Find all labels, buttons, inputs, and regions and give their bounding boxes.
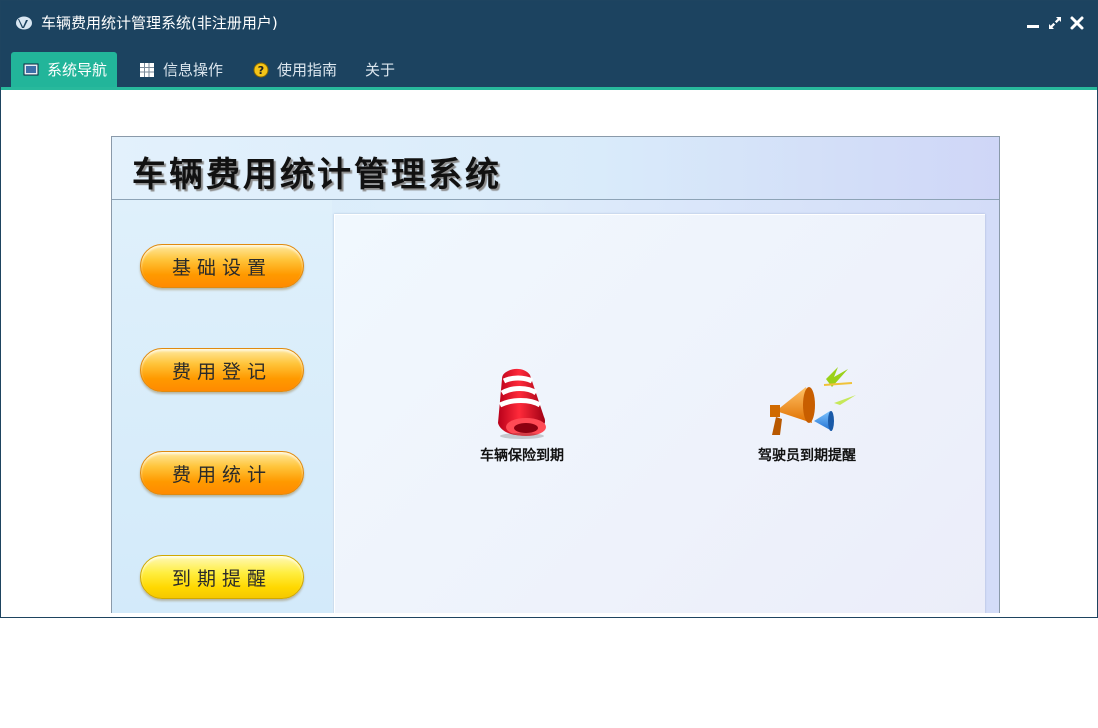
content-area: 车辆费用统计管理系统 基础设置 费用登记 费用统计 到期提醒 车辆保险到期 驾驶…	[1, 90, 1097, 617]
driver-due-reminder-tile[interactable]: 驾驶员到期提醒	[737, 365, 877, 465]
insurance-due-tile[interactable]: 车辆保险到期	[452, 365, 592, 465]
restore-icon[interactable]	[1047, 15, 1063, 31]
expense-statistics-button[interactable]: 费用统计	[140, 451, 304, 495]
app-window: 车辆费用统计管理系统(非注册用户) 系统导航 信息操作 ? 使用指南 关于 车辆…	[0, 0, 1098, 618]
tab-label: 系统导航	[47, 61, 108, 79]
title-bar[interactable]: 车辆费用统计管理系统(非注册用户)	[1, 1, 1097, 47]
app-logo-icon	[16, 16, 32, 30]
monitor-icon	[23, 63, 39, 75]
tab-user-guide[interactable]: ? 使用指南	[253, 52, 337, 87]
alarm-bell-icon	[498, 368, 546, 439]
expense-register-button[interactable]: 费用登记	[140, 348, 304, 392]
due-reminder-button[interactable]: 到期提醒	[140, 555, 304, 599]
grid-icon	[140, 62, 154, 77]
tab-system-navigation[interactable]: 系统导航	[11, 52, 118, 87]
tile-label: 驾驶员到期提醒	[758, 448, 856, 464]
tab-label: 关于	[365, 61, 396, 79]
minimize-icon[interactable]	[1025, 15, 1041, 31]
megaphone-icon	[770, 367, 856, 435]
close-icon[interactable]	[1069, 15, 1085, 31]
basic-settings-button[interactable]: 基础设置	[140, 244, 304, 288]
window-title: 车辆费用统计管理系统(非注册用户)	[41, 14, 278, 32]
tab-label: 使用指南	[277, 61, 338, 79]
tab-label: 信息操作	[163, 61, 224, 79]
side-menu: 基础设置 费用登记 费用统计 到期提醒	[112, 200, 332, 613]
tab-about[interactable]: 关于	[365, 52, 395, 87]
menu-bar: 系统导航 信息操作 ? 使用指南 关于	[1, 47, 1097, 87]
tab-info-operation[interactable]: 信息操作	[139, 52, 223, 87]
main-panel: 车辆保险到期 驾驶员到期提醒	[334, 214, 985, 613]
app-banner: 车辆费用统计管理系统	[112, 137, 999, 200]
tile-label: 车辆保险到期	[480, 448, 564, 464]
navigation-panel: 车辆费用统计管理系统 基础设置 费用登记 费用统计 到期提醒 车辆保险到期 驾驶…	[111, 136, 1000, 613]
svg-text:?: ?	[258, 64, 264, 77]
help-icon: ?	[253, 62, 269, 77]
banner-title: 车辆费用统计管理系统	[132, 155, 502, 195]
